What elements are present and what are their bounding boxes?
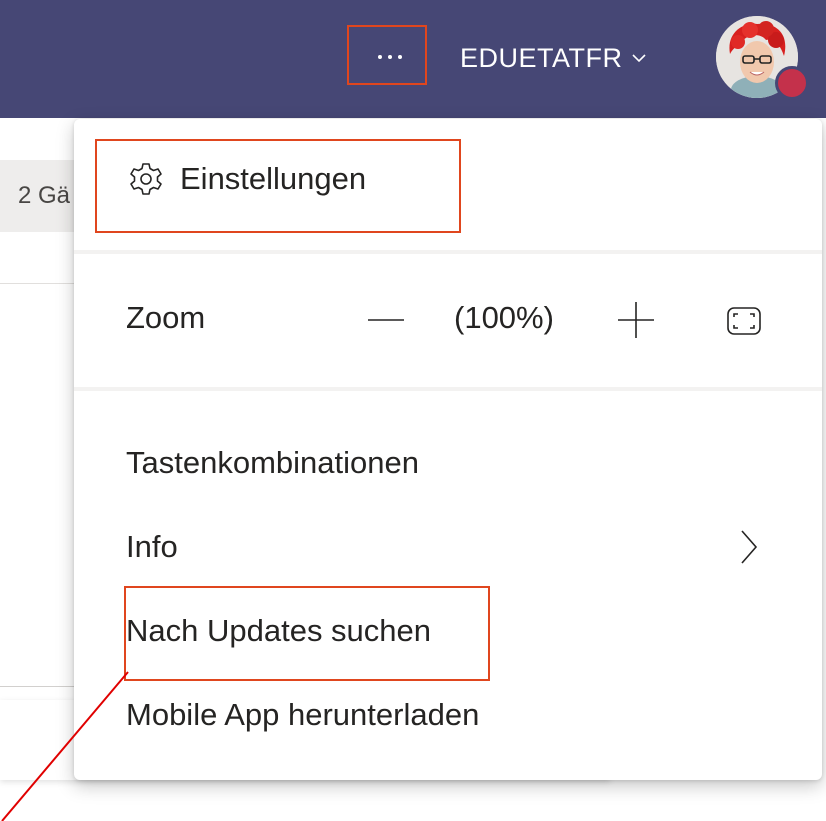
menu-item-keyboard-shortcuts[interactable]: Tastenkombinationen [126, 445, 419, 481]
ellipsis-icon [378, 55, 382, 59]
gear-icon [130, 163, 162, 195]
menu-item-label: Einstellungen [180, 161, 367, 196]
user-menu-button[interactable]: EDUETATFR [460, 36, 647, 80]
zoom-label: Zoom [126, 300, 206, 335]
zoom-out-button[interactable] [366, 300, 406, 340]
menu-item-download-mobile-app[interactable]: Mobile App herunterladen [126, 697, 479, 733]
ellipsis-icon-dot [388, 55, 392, 59]
zoom-in-button[interactable] [616, 300, 656, 340]
fullscreen-icon[interactable] [724, 303, 764, 339]
menu-item-info[interactable]: Info [126, 529, 178, 565]
chevron-down-icon [631, 54, 646, 63]
ellipsis-icon-dot [398, 55, 402, 59]
menu-item-check-for-updates[interactable]: Nach Updates suchen [126, 613, 431, 649]
menu-item-settings[interactable]: Einstellungen [128, 151, 366, 207]
app-header: EDUETATFR [0, 0, 826, 118]
menu-divider [74, 387, 822, 391]
presence-status-indicator [775, 66, 809, 100]
menu-divider [74, 250, 822, 254]
background-pill-text: 2 Gä [18, 182, 71, 209]
zoom-level: (100%) [454, 300, 554, 335]
more-options-button[interactable] [355, 30, 425, 84]
chevron-right-icon [741, 530, 758, 564]
settings-dropdown-menu: Einstellungen Zoom (100%) Tastenkombinat… [74, 119, 822, 780]
user-name: EDUETATFR [460, 42, 623, 73]
